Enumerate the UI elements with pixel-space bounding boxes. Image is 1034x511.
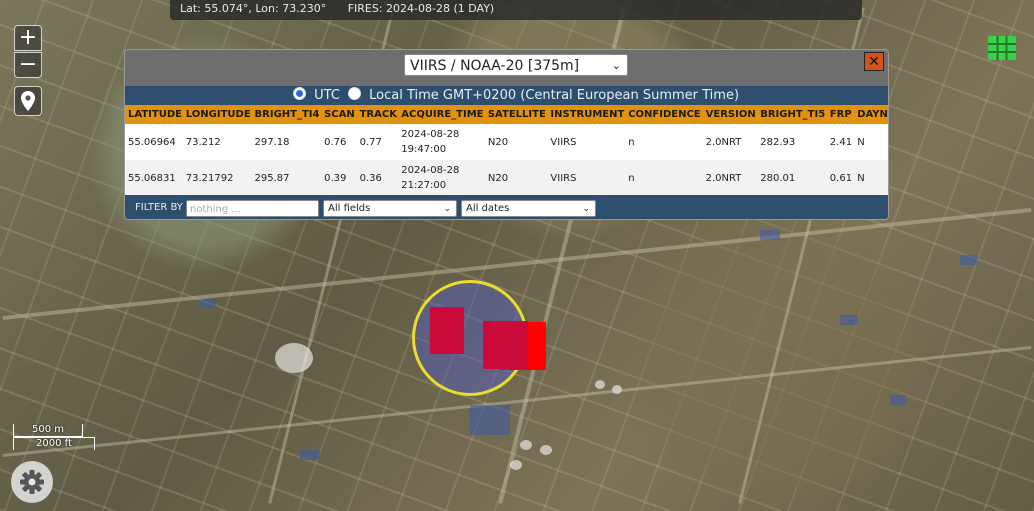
scale-imperial: 2000 ft	[13, 437, 95, 450]
local-time-label: Local Time GMT+0200 (Central European Su…	[369, 88, 740, 103]
chevron-down-icon: ⌄	[443, 204, 451, 214]
table-cell: 55.06831	[125, 160, 183, 196]
column-header[interactable]: ACQUIRE_TIME	[398, 105, 485, 124]
table-cell: VIIRS	[547, 160, 626, 196]
fire-pixel[interactable]	[483, 321, 528, 369]
fire-data-table: LATITUDE LONGITUDE BRIGHT_TI4 SCAN TRACK…	[125, 105, 888, 196]
table-row[interactable]: 55.06831 73.21792 295.87 0.39 0.36 2024-…	[125, 160, 888, 196]
grid-layers-icon	[988, 36, 1016, 60]
scale-metric: 500 m	[13, 424, 83, 437]
table-cell: VIIRS	[547, 124, 626, 160]
column-header[interactable]: FRP	[826, 105, 855, 124]
table-cell: 0.77	[356, 124, 399, 160]
utc-radio[interactable]	[293, 87, 306, 100]
chevron-down-icon: ⌄	[611, 59, 621, 72]
filter-label: FILTER BY	[135, 202, 183, 213]
column-header[interactable]: INSTRUMENT	[547, 105, 626, 124]
fire-pixel[interactable]	[430, 307, 464, 354]
zoom-in-button[interactable]: +	[14, 25, 42, 51]
table-cell: 0.76	[321, 124, 357, 160]
fire-info-popup: VIIRS / NOAA-20 [375m] ⌄ ✕ UTC Local Tim…	[124, 49, 889, 220]
table-cell: N20	[484, 160, 548, 196]
column-header[interactable]: TRACK	[356, 105, 399, 124]
status-bar: Lat: 55.074°, Lon: 73.230° FIRES: 2024-0…	[170, 0, 862, 20]
utc-option[interactable]: UTC	[293, 86, 340, 105]
column-header[interactable]: CONFIDENCE	[625, 105, 703, 124]
table-cell: 297.18	[251, 124, 322, 160]
date-filter-select[interactable]: All dates ⌄	[461, 200, 596, 217]
column-header[interactable]: LONGITUDE	[182, 105, 252, 124]
timezone-bar: UTC Local Time GMT+0200 (Central Europea…	[125, 86, 888, 105]
column-header[interactable]: LATITUDE	[125, 105, 183, 124]
table-cell: 73.212	[182, 124, 252, 160]
table-cell: 282.93	[757, 124, 827, 160]
close-button[interactable]: ✕	[864, 52, 884, 71]
table-cell: 0.39	[321, 160, 357, 196]
column-header[interactable]: BRIGHT_TI4	[251, 105, 322, 124]
coordinates-readout: Lat: 55.074°, Lon: 73.230°	[180, 2, 327, 15]
table-cell: 73.21792	[182, 160, 252, 196]
locate-button[interactable]	[14, 86, 42, 116]
chevron-down-icon: ⌄	[582, 204, 590, 214]
table-cell: 2.0NRT	[702, 124, 758, 160]
table-row[interactable]: 55.06964 73.212 297.18 0.76 0.77 2024-08…	[125, 124, 888, 160]
table-cell: n	[625, 160, 703, 196]
table-cell: 2024-08-28 19:47:00	[398, 124, 485, 160]
table-cell: 0.36	[356, 160, 399, 196]
map-pin-icon	[21, 91, 35, 111]
local-time-option[interactable]: Local Time GMT+0200 (Central European Su…	[348, 86, 739, 105]
column-header[interactable]: BRIGHT_TI5	[757, 105, 827, 124]
settings-button[interactable]	[11, 461, 53, 503]
table-cell: 0.61	[826, 160, 855, 196]
sensor-select[interactable]: VIIRS / NOAA-20 [375m] ⌄	[404, 54, 628, 76]
column-header[interactable]: SCAN	[321, 105, 357, 124]
map-scale: 500 m 2000 ft	[13, 424, 95, 450]
table-cell: 55.06964	[125, 124, 183, 160]
column-header[interactable]: DAYN	[854, 105, 888, 124]
table-cell: N	[854, 160, 888, 196]
gear-icon	[20, 470, 44, 494]
local-time-radio[interactable]	[348, 87, 361, 100]
filter-input[interactable]: nothing ...	[186, 200, 319, 217]
table-header-row: LATITUDE LONGITUDE BRIGHT_TI4 SCAN TRACK…	[125, 105, 888, 124]
field-filter-value: All fields	[328, 203, 371, 214]
layers-button[interactable]	[988, 36, 1016, 60]
table-cell: N20	[484, 124, 548, 160]
table-cell: 2.0NRT	[702, 160, 758, 196]
column-header[interactable]: SATELLITE	[484, 105, 548, 124]
sensor-select-value: VIIRS / NOAA-20 [375m]	[410, 58, 580, 74]
table-cell: 295.87	[251, 160, 322, 196]
filter-bar: FILTER BY nothing ... All fields ⌄ All d…	[125, 195, 888, 219]
table-cell: 280.01	[757, 160, 827, 196]
table-cell: 2.41	[826, 124, 855, 160]
zoom-out-button[interactable]: −	[14, 52, 42, 78]
table-cell: n	[625, 124, 703, 160]
column-header[interactable]: VERSION	[702, 105, 758, 124]
table-cell: 2024-08-28 21:27:00	[398, 160, 485, 196]
table-cell: N	[854, 124, 888, 160]
fires-date-readout: FIRES: 2024-08-28 (1 DAY)	[347, 2, 495, 15]
date-filter-value: All dates	[466, 203, 510, 214]
field-filter-select[interactable]: All fields ⌄	[323, 200, 457, 217]
utc-label: UTC	[314, 88, 340, 103]
